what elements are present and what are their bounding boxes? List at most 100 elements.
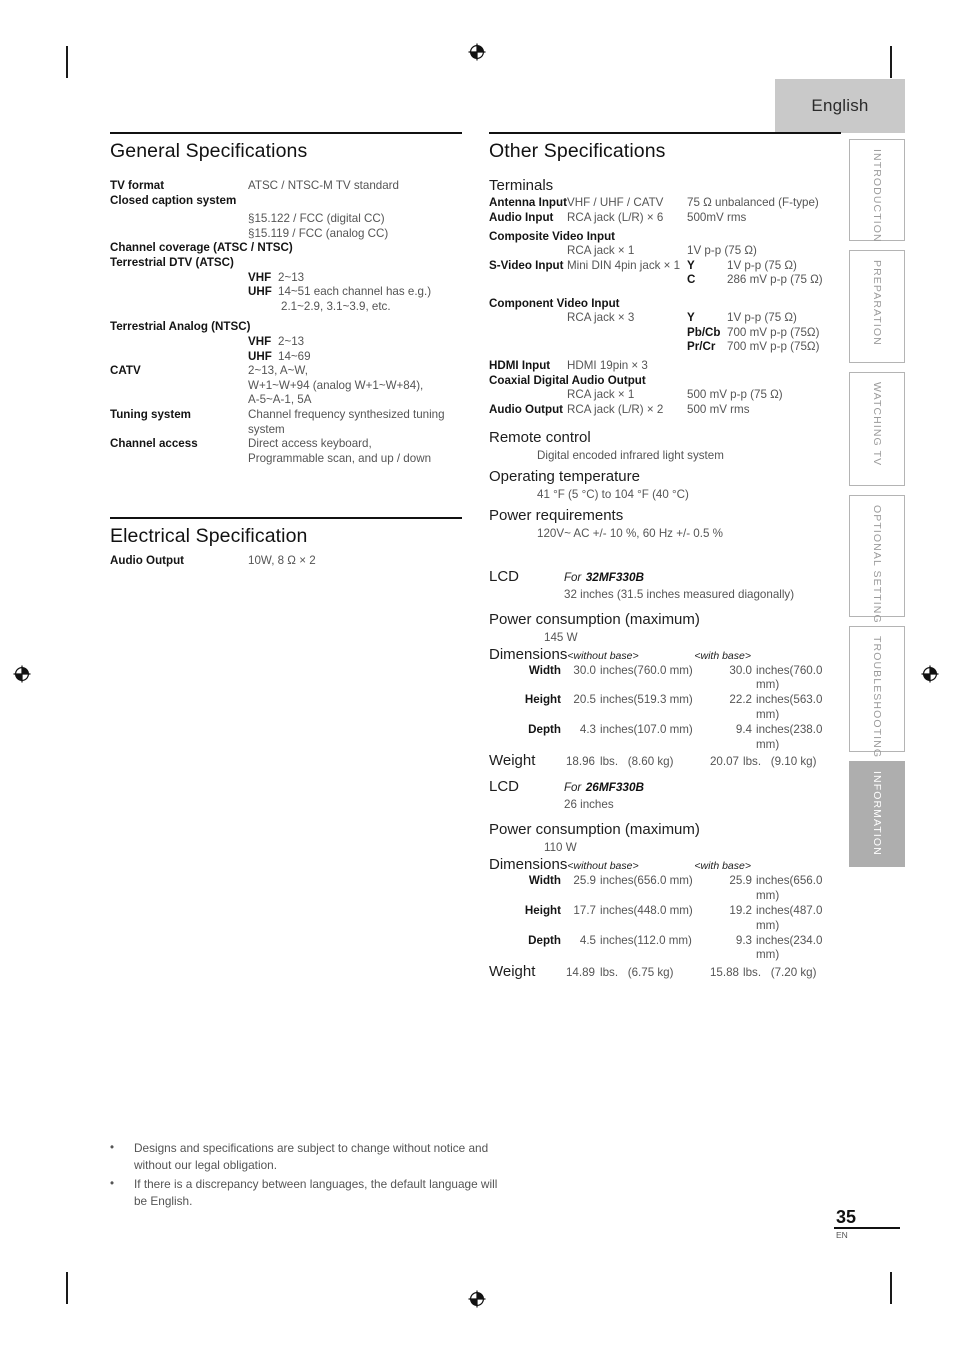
weight-label: Weight <box>489 963 536 981</box>
weight-wo-unit: lbs. (8.60 kg) <box>600 753 707 771</box>
lcd-for-word: For <box>564 782 582 795</box>
audio-output-label: Audio Output <box>110 554 185 568</box>
coaxial-digital-audio-output-heading: Coaxial Digital Audio Output <box>489 374 646 388</box>
dimension-wo-number: 17.7 <box>573 903 596 917</box>
spec-row-audio-output: Audio Output 10W, 8 Ω × 2 <box>110 554 462 569</box>
dimension-w-number: 25.9 <box>729 874 752 888</box>
footnote-item: • Designs and specifications are subject… <box>110 1140 510 1173</box>
dimension-wo-unit: inches(519.3 mm) <box>600 693 693 707</box>
remote-control-heading: Remote control <box>489 428 591 446</box>
analog-vhf-value: 2~13 <box>278 334 305 348</box>
terminal-row-audio-input: Audio Input RCA jack (L/R) × 6 500mV rms <box>489 211 841 226</box>
section-rule-electrical <box>110 517 462 520</box>
weight-wo-unit-text: lbs. <box>600 966 619 980</box>
dimensions-title-26: Dimensions <box>489 856 568 874</box>
footnote-item: • If there is a discrepancy between lang… <box>110 1176 510 1209</box>
with-base-label-26: <with base> <box>694 860 751 873</box>
dtv-vhf-value: 2~13 <box>278 270 305 284</box>
dimension-w-number: 30.0 <box>729 663 752 677</box>
dtv-uhf-value: 14~51 each channel has e.g.) <box>278 285 432 299</box>
remote-control-value: Digital encoded infrared light system <box>537 448 724 462</box>
channel-access-value-2: Programmable scan, and up / down <box>248 451 432 465</box>
dimension-name: Height <box>524 903 561 917</box>
sidebar-item-optional-setting[interactable]: OPTIONAL SETTING <box>849 495 905 624</box>
spec-row-analog-uhf: UHF 14~69 <box>110 350 462 365</box>
dimension-w-unit: inches(238.0 mm) <box>756 722 823 751</box>
power-consumption-value-32: 145 W <box>544 630 578 644</box>
section-rule-other <box>489 132 841 134</box>
sidebar-item-preparation[interactable]: PREPARATION <box>849 250 905 363</box>
dimension-w-unit: inches(487.0 mm) <box>756 903 823 932</box>
dimensions-header-32: Dimensions <without base> <with base> <box>489 645 841 664</box>
dimension-w-number: 19.2 <box>729 903 752 917</box>
page-locale: EN <box>836 1230 848 1240</box>
sidebar-item-introduction[interactable]: INTRODUCTION <box>849 139 905 243</box>
weight-row-26: Weight 14.89 lbs. (6.75 kg) 15.88 lbs. (… <box>489 963 841 982</box>
weight-w-unit: lbs. (9.10 kg) <box>743 753 816 771</box>
dimension-row-height-26: Height 17.7 inches(448.0 mm) 19.2 inches… <box>489 904 841 934</box>
sidebar-item-label: TROUBLESHOOTING <box>871 636 883 759</box>
catv-value-3: A-5~A-1, 5A <box>248 393 312 407</box>
terminal-row-component-pb: Pb/Cb 700 mV p-p (75Ω) <box>489 326 841 341</box>
weight-wo-unit-text: lbs. <box>600 755 619 769</box>
other-specifications-title: Other Specifications <box>489 140 666 162</box>
without-base-label-32: <without base> <box>567 649 639 662</box>
power-requirements-value: 120V~ AC +/- 10 %, 60 Hz +/- 0.5 % <box>537 526 723 540</box>
footnote-text: If there is a discrepancy between langua… <box>134 1177 498 1208</box>
dimension-name: Width <box>528 874 561 888</box>
terminal-row-coaxial-digital: RCA jack × 1 500 mV p-p (75 Ω) <box>489 388 841 403</box>
operating-temperature-value: 41 °F (5 °C) to 104 °F (40 °C) <box>537 487 689 501</box>
composite-video-type: RCA jack × 1 <box>567 244 635 258</box>
sidebar-item-label: OPTIONAL SETTING <box>871 505 883 624</box>
lcd-screen-size: 26 inches <box>564 798 614 812</box>
channel-access-value-1: Direct access keyboard, <box>248 437 372 451</box>
dimension-row-width-26: Width 25.9 inches(656.0 mm) 25.9 inches(… <box>489 874 841 904</box>
tuning-system-value-1: Channel frequency synthesized tuning <box>248 407 445 421</box>
catv-value-2: W+1~W+94 (analog W+1~W+84), <box>248 378 424 392</box>
lcd-screen-size: 32 inches (31.5 inches measured diagonal… <box>564 587 795 601</box>
component-y-key: Y <box>687 310 695 324</box>
dimension-wo-number: 25.9 <box>573 874 596 888</box>
dtv-uhf-value-continued: 2.1~2.9, 3.1~3.9, etc. <box>281 299 391 313</box>
dimensions-title-32: Dimensions <box>489 645 568 663</box>
audio-output-terminal-spec: 500 mV rms <box>687 402 750 416</box>
audio-output-terminal-type: RCA jack (L/R) × 2 <box>567 402 664 416</box>
registration-mark-top <box>466 41 488 63</box>
weight-w-number: 20.07 <box>709 755 739 769</box>
left-column: General Specifications TV format ATSC / … <box>110 132 462 569</box>
page-number-block: 35 EN <box>834 1208 904 1241</box>
dimension-name: Depth <box>528 933 561 947</box>
component-video-input-heading: Component Video Input <box>489 296 620 310</box>
analog-uhf-value: 14~69 <box>278 349 311 363</box>
dimension-w-number: 9.4 <box>735 722 752 736</box>
terminal-row-antenna-input: Antenna Input VHF / UHF / CATV 75 Ω unba… <box>489 196 841 211</box>
weight-w-unit-text: lbs. <box>743 966 762 980</box>
dimension-wo-unit: inches(112.0 mm) <box>600 933 692 947</box>
component-video-type: RCA jack × 3 <box>567 310 635 324</box>
sidebar-item-troubleshooting[interactable]: TROUBLESHOOTING <box>849 626 905 758</box>
audio-output-value: 10W, 8 Ω × 2 <box>248 554 316 568</box>
sidebar-item-watching-tv[interactable]: WATCHING TV <box>849 372 905 486</box>
weight-wo-number: 18.96 <box>565 755 595 769</box>
without-base-label-26: <without base> <box>567 860 639 873</box>
lcd-block-26mf330b: LCD For 26MF330B <box>489 777 841 797</box>
language-tab-label: English <box>811 96 869 115</box>
sidebar-item-label: INFORMATION <box>871 771 883 856</box>
dtv-uhf-label: UHF <box>248 285 272 299</box>
dimension-w-unit: inches(563.0 mm) <box>756 693 823 721</box>
tuning-system-label: Tuning system <box>110 407 191 421</box>
spec-row-catv: CATV 2~13, A~W, <box>110 364 462 379</box>
dimension-wo-unit: inches(656.0 mm) <box>600 874 693 888</box>
hdmi-input-label: HDMI Input <box>489 358 551 372</box>
weight-wo-kg: (6.75 kg) <box>627 966 674 980</box>
closed-caption-label: Closed caption system <box>110 193 237 207</box>
spec-row-channel-access: Channel access Direct access keyboard, <box>110 437 462 452</box>
coaxial-spec: 500 mV p-p (75 Ω) <box>687 388 783 402</box>
coaxial-type: RCA jack × 1 <box>567 388 635 402</box>
electrical-specification-title: Electrical Specification <box>110 525 308 548</box>
analog-vhf-label: VHF <box>248 334 272 348</box>
weight-label: Weight <box>489 752 536 770</box>
sidebar-item-information[interactable]: INFORMATION <box>849 761 905 867</box>
tv-format-label: TV format <box>110 179 165 192</box>
dimension-wo-unit: inches(448.0 mm) <box>600 903 693 917</box>
